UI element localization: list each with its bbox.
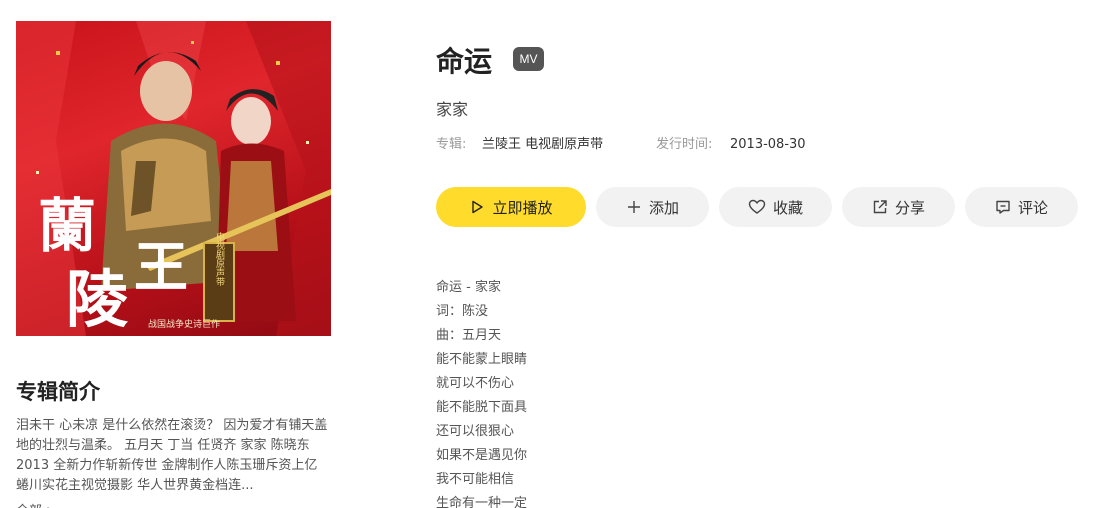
- cover-title-char-3: 王: [134, 235, 188, 299]
- lyric-line: 能不能蒙上眼睛: [436, 352, 528, 367]
- album-link[interactable]: 兰陵王 电视剧原声带: [482, 136, 652, 154]
- lyric-line: 命运 - 家家: [436, 280, 501, 295]
- cover-title-char-2: 陵: [66, 263, 129, 336]
- play-button[interactable]: 立即播放: [436, 187, 586, 227]
- comment-button-label: 评论: [1017, 198, 1048, 217]
- song-title: 命运: [436, 45, 493, 78]
- lyric-line: 生命有一种一定: [436, 496, 528, 508]
- plus-icon: [627, 201, 640, 213]
- mv-badge[interactable]: MV: [513, 47, 544, 71]
- play-button-label: 立即播放: [492, 198, 553, 217]
- lyric-line: 我不可能相信: [436, 472, 515, 487]
- lyric-line: 能不能脱下面具: [436, 400, 528, 415]
- share-icon: [873, 200, 887, 214]
- album-intro-heading: 专辑简介: [16, 380, 100, 404]
- cover-title-char-1: 蘭: [38, 192, 96, 260]
- lyric-line: 词：陈没: [436, 304, 489, 319]
- release-date: 2013-08-30: [730, 137, 806, 152]
- song-detail-page: 电视剧原声带 蘭 陵 王 战国战争史诗巨作 专辑简介 泪未干 心未凉 是什么依然…: [0, 0, 1100, 508]
- album-cover[interactable]: 电视剧原声带 蘭 陵 王 战国战争史诗巨作: [16, 21, 331, 336]
- cover-tagline: 战国战争史诗巨作: [148, 318, 220, 330]
- album-cover-art: 电视剧原声带 蘭 陵 王 战国战争史诗巨作: [16, 21, 331, 336]
- release-date-label: 发行时间:: [656, 137, 713, 152]
- add-button[interactable]: 添加: [596, 187, 709, 227]
- lyric-line: 就可以不伤心: [436, 376, 515, 391]
- lyric-line: 如果不是遇见你: [436, 448, 528, 463]
- lyric-line: 曲：五月天: [436, 328, 502, 343]
- add-button-label: 添加: [648, 198, 679, 217]
- favorite-button[interactable]: 收藏: [719, 187, 832, 227]
- comment-icon: [996, 200, 1010, 214]
- lyric-line: 还可以很狠心: [436, 424, 515, 439]
- lyrics-list: 命运 - 家家 词：陈没 曲：五月天 能不能蒙上眼睛 就可以不伤心 能不能脱下面…: [436, 276, 527, 508]
- album-label: 专辑:: [436, 137, 467, 152]
- cover-seal-text: 电视剧原声带: [214, 231, 225, 287]
- intro-more-link[interactable]: 全部 >: [16, 500, 57, 508]
- singer-link[interactable]: 家家: [436, 96, 468, 120]
- heart-icon: [748, 199, 766, 214]
- comment-button[interactable]: 评论: [965, 187, 1078, 227]
- favorite-button-label: 收藏: [772, 198, 803, 217]
- album-intro-text: 泪未干 心未凉 是什么依然在滚烫？ 因为爱才有铺天盖地的壮烈与温柔。 五月天 丁…: [16, 418, 328, 493]
- play-icon: [472, 200, 484, 214]
- share-button-label: 分享: [894, 198, 925, 217]
- share-button[interactable]: 分享: [842, 187, 955, 227]
